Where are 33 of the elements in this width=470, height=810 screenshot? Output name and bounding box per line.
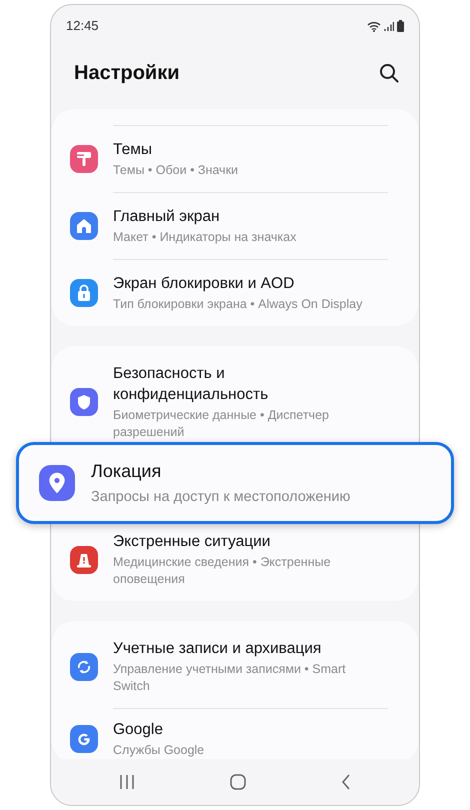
home-button-icon[interactable] [230,774,246,790]
status-time: 12:45 [66,17,99,36]
setting-description: Макет • Индикаторы на значках [113,229,296,246]
setting-item[interactable]: Учетные записи и архивация Управление учетными записями • Smart Switch [52,625,418,708]
signal-icon [384,21,394,31]
setting-item[interactable]: Главный экран Макет • Индикаторы на значках [52,193,418,259]
setting-description: Медицинские сведения • Экстренные оповещения [113,554,332,588]
setting-title: Главный экран [113,207,221,227]
setting-item[interactable]: Темы Темы • Обои • Значки [52,126,418,192]
recent-apps-icon[interactable] [118,775,135,789]
setting-item[interactable]: Экстренные ситуации Медицинские сведения • Экстренные оповещения [52,524,418,601]
setting-title: Темы [113,140,154,160]
battery-icon [397,20,404,32]
setting-title: Экран блокировки и AOD [113,274,296,294]
setting-item[interactable]: Безопасность и конфиденциальность Биометрические данные • Диспетчер разрешений [52,350,418,442]
setting-description: Службы Google [113,742,204,759]
highlighted-setting-item[interactable]: Локация Запросы на доступ к местоположению [16,442,454,524]
setting-description: Тип блокировки экрана • Always On Display [113,296,362,313]
wifi-icon [367,20,381,32]
setting-title: Локация [91,460,162,483]
setting-description: Управление учетными записями • Smart Switch [113,661,347,695]
page-title: Настройки [74,61,180,86]
back-icon[interactable] [341,774,352,790]
setting-item[interactable]: Экран блокировки и AOD Тип блокировки экрана • Always On Display [52,260,418,326]
setting-title: Учетные записи и архивация [113,639,322,659]
setting-title: Безопасность и конфиденциальность [113,364,270,405]
setting-description: Запросы на доступ к местоположению [91,488,350,507]
setting-title: Google [113,720,164,740]
setting-description: Темы • Обои • Значки [113,162,238,179]
search-icon[interactable] [379,63,399,83]
setting-description: Биометрические данные • Диспетчер разрешений [113,407,330,441]
setting-title: Экстренные ситуации [113,532,272,552]
setting-item[interactable]: Google Службы Google [52,709,418,763]
